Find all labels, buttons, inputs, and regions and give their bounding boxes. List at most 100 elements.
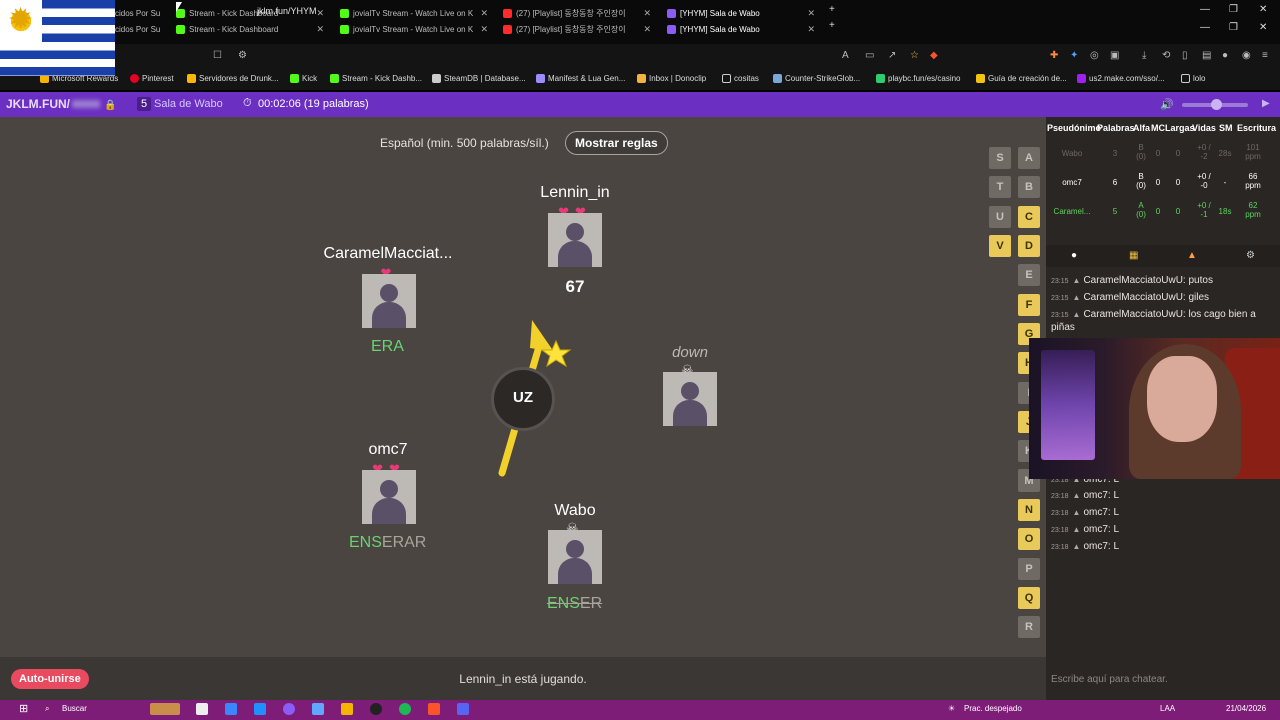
tab-label: cidos Por Su [115, 8, 161, 18]
user-icon: ▲ [1072, 491, 1081, 500]
share-icon[interactable]: ↗ [888, 50, 896, 61]
download-icon[interactable]: ⤓ [1142, 50, 1146, 61]
chat-message: 23:18 ▲ omc7: L [1051, 541, 1120, 552]
spotify-icon[interactable] [399, 703, 411, 715]
app-icon[interactable] [312, 703, 324, 715]
extension-icon[interactable]: ◎ [1090, 50, 1099, 61]
close-window-icon[interactable]: ✕ [1259, 4, 1267, 15]
close-icon[interactable]: ✕ [643, 24, 651, 35]
vpn-icon[interactable]: ◉ [1242, 50, 1251, 61]
close-icon[interactable]: ✕ [807, 8, 815, 19]
edge-icon[interactable] [254, 703, 266, 715]
menu-icon[interactable]: ≡ [1262, 50, 1268, 61]
widget-icon[interactable] [150, 703, 180, 715]
settings-icon[interactable]: ⚙ [1246, 250, 1255, 261]
last-word: ENSER [547, 595, 602, 613]
profile-icon[interactable]: ● [1222, 50, 1228, 61]
sidebar-icon[interactable]: ▯ [1182, 50, 1188, 61]
browser-tab[interactable]: Stream - Kick Dashboard ✕ [176, 22, 324, 36]
chat-user[interactable]: CaramelMacciatoUwU [1083, 309, 1182, 320]
close-window-icon[interactable]: ✕ [1259, 22, 1267, 33]
browser-tab[interactable]: (27) [Playlist] 동창동창 주인장이 ✕ [503, 22, 651, 36]
chat-user[interactable]: omc7 [1083, 507, 1107, 518]
wallet-icon[interactable]: ▤ [1202, 50, 1211, 61]
browser-tab[interactable]: cidos Por Su [115, 22, 165, 36]
search-icon[interactable]: ⌕ [45, 704, 49, 714]
extension-icon[interactable]: ✚ [1050, 50, 1058, 61]
chat-tab-icon[interactable]: ● [1071, 250, 1077, 261]
site-logo[interactable]: JKLM.FUN/ 🔒 [6, 97, 116, 111]
browser-tab[interactable]: (27) [Playlist] 동창동창 주인장이 ✕ [503, 6, 651, 20]
maximize-icon[interactable]: ❐ [1229, 4, 1238, 15]
bookmark-item[interactable]: Servidores de Drunk... [187, 74, 279, 83]
bookmark-item[interactable]: us2.make.com/sso/... [1077, 74, 1165, 83]
chat-user[interactable]: omc7 [1083, 524, 1107, 535]
chat-user[interactable]: omc7 [1083, 490, 1107, 501]
taskbar-search[interactable]: Buscar [62, 704, 87, 713]
room-tab-icon[interactable]: ▲ [1187, 250, 1197, 261]
site-info-icon[interactable]: ⚙ [238, 50, 247, 61]
cell-mc: 0 [1155, 149, 1161, 158]
bookmark-item[interactable]: Counter-StrikeGlob... [773, 74, 860, 83]
bookmark-item[interactable]: Manifest & Lua Gen... [536, 74, 625, 83]
close-icon[interactable]: ✕ [480, 24, 488, 35]
close-icon[interactable]: ✕ [643, 8, 651, 19]
explorer-icon[interactable] [225, 703, 237, 715]
screen-icon[interactable]: ▭ [865, 50, 874, 61]
play-icon[interactable]: ▶ [1262, 98, 1270, 109]
close-icon[interactable]: ✕ [316, 8, 324, 19]
bookmark-item[interactable]: Kick [290, 74, 317, 83]
browser-tab[interactable]: jovialTv Stream - Watch Live on K ✕ [340, 22, 488, 36]
close-icon[interactable]: ✕ [480, 8, 488, 19]
cell-alpha: B (0) [1136, 172, 1146, 190]
app-icon[interactable] [283, 703, 295, 715]
player-name: down [672, 344, 708, 361]
bookmark-item[interactable]: lolo [1181, 74, 1205, 83]
close-icon[interactable]: ✕ [807, 24, 815, 35]
volume-icon[interactable]: 🔊 [1160, 98, 1174, 111]
obs-icon[interactable] [370, 703, 382, 715]
players-tab-icon[interactable]: ▦ [1129, 250, 1138, 261]
bookmark-item[interactable]: SteamDB | Database... [432, 74, 526, 83]
chat-user[interactable]: CaramelMacciatoUwU [1083, 275, 1182, 286]
bookmark-icon[interactable]: ☐ [213, 50, 222, 61]
new-tab-icon[interactable]: + [829, 4, 835, 15]
bookmark-item[interactable]: Stream - Kick Dashb... [330, 74, 422, 83]
browser-tab-active[interactable]: [YHYM] Sala de Wabo ✕ [667, 6, 815, 20]
brave-shield-icon[interactable]: ◆ [930, 50, 938, 61]
chat-user[interactable]: CaramelMacciatoUwU [1083, 292, 1182, 303]
url-field[interactable]: jklm.fun/YHYM [257, 6, 317, 16]
taskbar-date[interactable]: 21/04/2026 [1226, 704, 1266, 713]
chat-user[interactable]: omc7 [1083, 541, 1107, 552]
new-tab-icon[interactable]: + [829, 20, 835, 31]
maximize-icon[interactable]: ❐ [1229, 22, 1238, 33]
bookmark-label: Counter-StrikeGlob... [785, 74, 861, 83]
bookmark-label: Kick [302, 74, 318, 83]
show-rules-button[interactable]: Mostrar reglas [565, 131, 668, 155]
brave-icon[interactable] [428, 703, 440, 715]
volume-knob[interactable] [1211, 99, 1222, 110]
minimize-icon[interactable]: — [1200, 4, 1210, 15]
extension-icon[interactable]: ▣ [1110, 50, 1119, 61]
windows-start-icon[interactable]: ⊞ [19, 702, 28, 715]
translate-icon[interactable]: A [842, 50, 849, 61]
language-indicator[interactable]: LAA [1160, 704, 1175, 713]
extension-icon[interactable]: ✦ [1070, 50, 1078, 61]
history-icon[interactable]: ⟲ [1162, 50, 1170, 61]
minimize-icon[interactable]: — [1200, 22, 1210, 33]
browser-tab[interactable]: jovialTv Stream - Watch Live on K ✕ [340, 6, 488, 20]
bookmark-item[interactable]: cositas [722, 74, 759, 83]
star-icon[interactable]: ☆ [910, 50, 919, 61]
discord-icon[interactable] [457, 703, 469, 715]
chat-text: giles [1188, 292, 1210, 303]
auto-join-button[interactable]: Auto-unirse [11, 669, 89, 689]
bookmark-item[interactable]: Guía de creación de... [976, 74, 1067, 83]
bookmark-item[interactable]: Inbox | Donoclip [637, 74, 706, 83]
bookmark-item[interactable]: Pinterest [130, 74, 174, 83]
folder-icon[interactable] [341, 703, 353, 715]
browser-tab[interactable]: cidos Por Su [115, 6, 165, 20]
bookmark-item[interactable]: playbc.fun/es/casino [876, 74, 961, 83]
browser-tab-active[interactable]: [YHYM] Sala de Wabo ✕ [667, 22, 815, 36]
taskview-icon[interactable] [196, 703, 208, 715]
close-icon[interactable]: ✕ [316, 24, 324, 35]
